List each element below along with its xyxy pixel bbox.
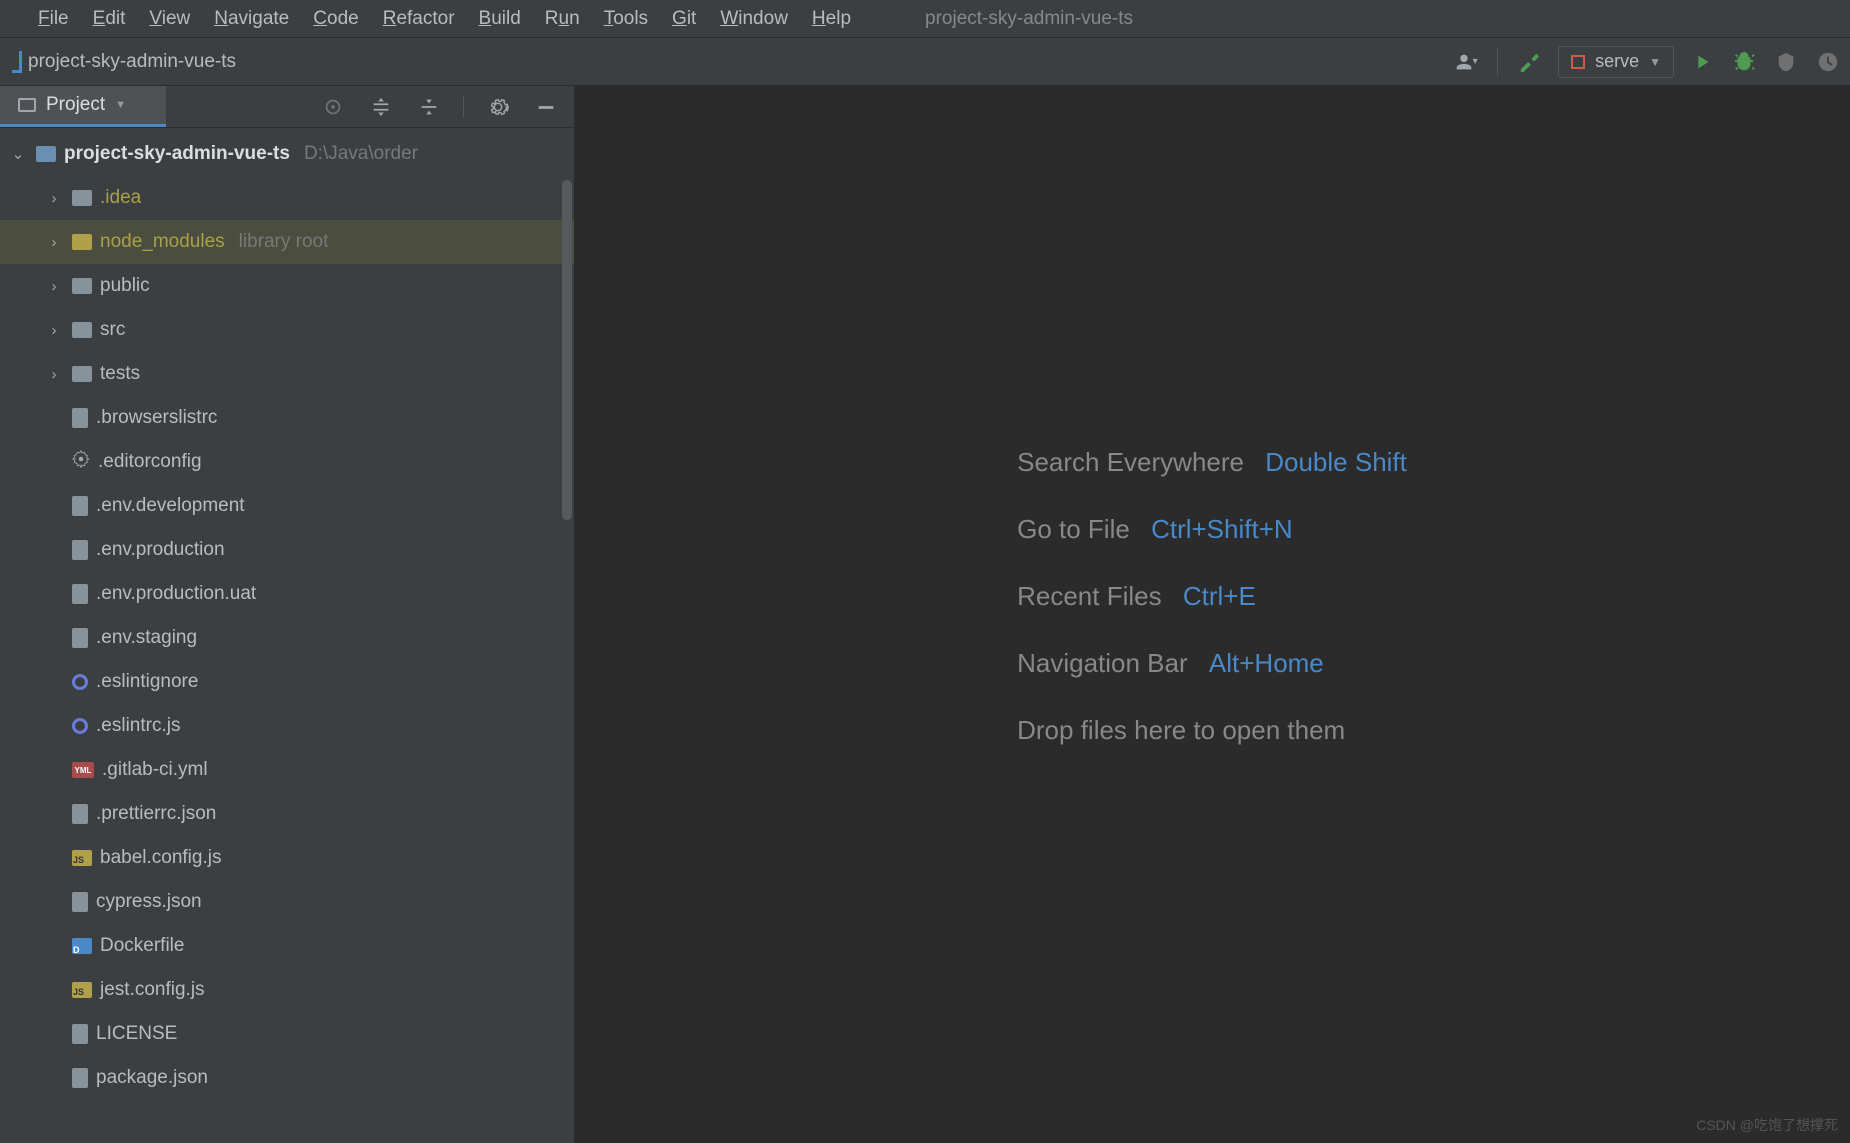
collapse-all-icon[interactable] [415, 93, 443, 121]
menu-run[interactable]: Run [545, 8, 580, 30]
tree-file-license[interactable]: LICENSE [0, 1012, 574, 1056]
project-view-selector[interactable]: Project ▼ [0, 86, 166, 127]
tree-file-browserslistrc[interactable]: .browserslistrc [0, 396, 574, 440]
tree-file-env-dev[interactable]: .env.development [0, 484, 574, 528]
project-icon [18, 98, 36, 112]
menu-tools[interactable]: Tools [604, 8, 648, 30]
run-config-label: serve [1595, 51, 1639, 72]
project-panel: Project ▼ [0, 86, 574, 1143]
tree-folder-tests[interactable]: › tests [0, 352, 574, 396]
js-icon: JS [72, 850, 92, 866]
tree-root[interactable]: ⌄ project-sky-admin-vue-ts D:\Java\order [0, 132, 574, 176]
chevron-down-icon[interactable]: ⌄ [8, 145, 28, 163]
crumb-icon [12, 51, 22, 73]
folder-icon [36, 146, 56, 162]
tree-folder-node-modules[interactable]: › node_modules library root [0, 220, 574, 264]
folder-icon [72, 234, 92, 250]
hide-panel-icon[interactable] [532, 93, 560, 121]
chevron-down-icon: ▼ [1649, 55, 1661, 69]
coverage-icon[interactable] [1772, 48, 1800, 76]
tree-folder-idea[interactable]: › .idea [0, 176, 574, 220]
file-icon [72, 408, 88, 428]
project-panel-header: Project ▼ [0, 86, 574, 128]
yml-icon: YML [72, 762, 94, 778]
menu-file[interactable]: File [38, 8, 69, 30]
welcome-hints: Search Everywhere Double Shift Go to Fil… [1017, 447, 1407, 782]
scrollbar-thumb[interactable] [562, 180, 572, 520]
tree-file-jest-config[interactable]: JS jest.config.js [0, 968, 574, 1012]
tree-folder-public[interactable]: › public [0, 264, 574, 308]
menu-window[interactable]: Window [720, 8, 788, 30]
project-tree[interactable]: ⌄ project-sky-admin-vue-ts D:\Java\order… [0, 128, 574, 1143]
tree-file-env-prod[interactable]: .env.production [0, 528, 574, 572]
profile-icon[interactable] [1814, 48, 1842, 76]
tree-file-babel-config[interactable]: JS babel.config.js [0, 836, 574, 880]
run-config-selector[interactable]: serve ▼ [1558, 46, 1674, 78]
editor-area[interactable]: Search Everywhere Double Shift Go to Fil… [574, 86, 1850, 1143]
breadcrumb-root[interactable]: project-sky-admin-vue-ts [28, 51, 236, 73]
chevron-down-icon: ▼ [115, 99, 126, 111]
expand-all-icon[interactable] [367, 93, 395, 121]
chevron-right-icon[interactable]: › [44, 322, 64, 339]
user-icon[interactable]: ▾ [1451, 48, 1479, 76]
tree-folder-src[interactable]: › src [0, 308, 574, 352]
file-icon [72, 628, 88, 648]
menu-code[interactable]: Code [313, 8, 358, 30]
menu-refactor[interactable]: Refactor [383, 8, 455, 30]
hint-drop-files: Drop files here to open them [1017, 715, 1407, 746]
folder-icon [72, 366, 92, 382]
docker-icon [72, 938, 92, 954]
file-icon [72, 496, 88, 516]
folder-icon [72, 322, 92, 338]
menu-build[interactable]: Build [479, 8, 521, 30]
hint-search-everywhere: Search Everywhere Double Shift [1017, 447, 1407, 478]
eslint-icon [72, 674, 88, 690]
chevron-right-icon[interactable]: › [44, 234, 64, 251]
hint-goto-file: Go to File Ctrl+Shift+N [1017, 514, 1407, 545]
window-title: project-sky-admin-vue-ts [925, 8, 1133, 30]
menu-navigate[interactable]: Navigate [214, 8, 289, 30]
tree-file-prettierrc[interactable]: .prettierrc.json [0, 792, 574, 836]
tree-file-gitlab-ci[interactable]: YML .gitlab-ci.yml [0, 748, 574, 792]
menu-edit[interactable]: Edit [93, 8, 126, 30]
run-config-icon [1571, 55, 1585, 69]
hint-recent-files: Recent Files Ctrl+E [1017, 581, 1407, 612]
gear-icon [72, 450, 90, 474]
debug-button[interactable] [1730, 48, 1758, 76]
chevron-right-icon[interactable]: › [44, 366, 64, 383]
menu-view[interactable]: View [149, 8, 190, 30]
chevron-right-icon[interactable]: › [44, 190, 64, 207]
settings-gear-icon[interactable] [484, 93, 512, 121]
watermark: CSDN @吃饱了想撑死 [1696, 1115, 1838, 1135]
file-icon [72, 1024, 88, 1044]
js-icon: JS [72, 982, 92, 998]
tree-file-eslintignore[interactable]: .eslintignore [0, 660, 574, 704]
file-icon [72, 584, 88, 604]
hint-navigation-bar: Navigation Bar Alt+Home [1017, 648, 1407, 679]
eslint-icon [72, 718, 88, 734]
tree-file-env-staging[interactable]: .env.staging [0, 616, 574, 660]
tree-file-env-prod-uat[interactable]: .env.production.uat [0, 572, 574, 616]
tree-file-eslintrc[interactable]: .eslintrc.js [0, 704, 574, 748]
select-opened-icon[interactable] [319, 93, 347, 121]
menu-git[interactable]: Git [672, 8, 696, 30]
toolbar: project-sky-admin-vue-ts ▾ serve ▼ [0, 38, 1850, 86]
tree-file-editorconfig[interactable]: .editorconfig [0, 440, 574, 484]
project-panel-title: Project [46, 94, 105, 116]
tree-file-dockerfile[interactable]: Dockerfile [0, 924, 574, 968]
json-icon [72, 804, 88, 824]
run-button[interactable] [1688, 48, 1716, 76]
content-area: Project ▼ [0, 86, 1850, 1143]
menu-help[interactable]: Help [812, 8, 851, 30]
folder-icon [72, 278, 92, 294]
file-icon [72, 540, 88, 560]
chevron-right-icon[interactable]: › [44, 278, 64, 295]
json-icon [72, 1068, 88, 1088]
tree-file-package-json[interactable]: package.json [0, 1056, 574, 1100]
tree-file-cypress-json[interactable]: cypress.json [0, 880, 574, 924]
build-hammer-icon[interactable] [1516, 48, 1544, 76]
json-icon [72, 892, 88, 912]
menu-bar: File Edit View Navigate Code Refactor Bu… [0, 0, 1850, 38]
folder-icon [72, 190, 92, 206]
